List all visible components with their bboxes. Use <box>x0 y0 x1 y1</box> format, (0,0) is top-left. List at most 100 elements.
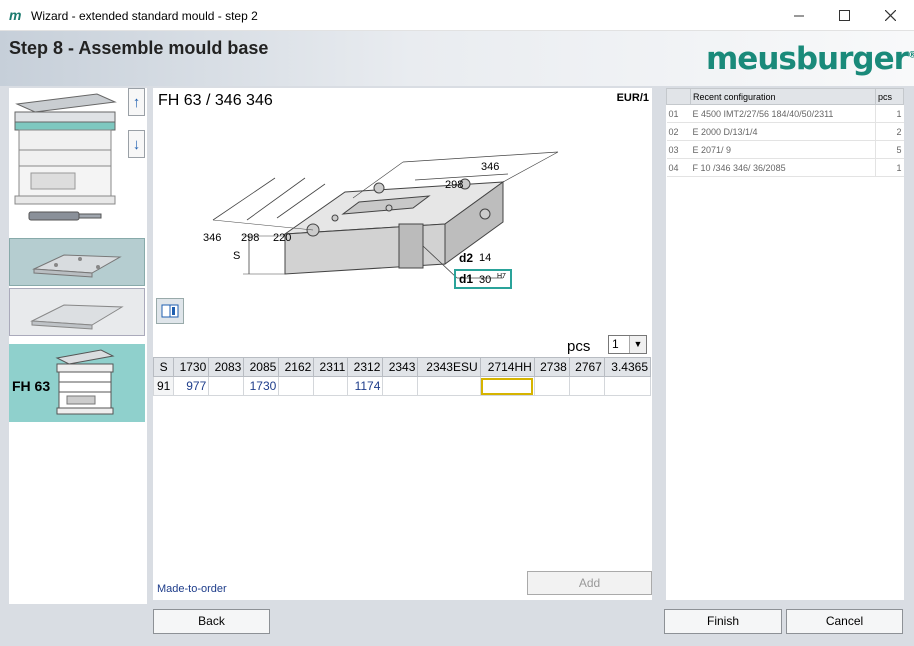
row-number: 01 <box>666 104 691 123</box>
mould-stack-image <box>55 349 115 415</box>
table-column-header: 2312 <box>347 357 384 377</box>
catalog-info-button[interactable] <box>156 298 184 324</box>
row-number-header <box>666 88 691 105</box>
table-column-header: 2311 <box>313 357 349 377</box>
thickness-cell: 91 <box>152 376 175 396</box>
table-column-header: 1730 <box>173 357 210 377</box>
list-item[interactable]: 04 F 10 /346 346/ 36/2085 1 <box>666 158 904 177</box>
d1-label: d1 <box>459 272 473 286</box>
minimize-icon <box>794 15 804 16</box>
table-cell[interactable] <box>208 376 245 396</box>
table-cell[interactable] <box>479 376 535 396</box>
plate-with-holes-image <box>32 254 122 278</box>
config-text: E 4500 IMT2/27/56 184/40/50/2311 <box>690 104 876 123</box>
brand-logo: meusburger® <box>706 41 914 77</box>
pcs-label: pcs <box>567 338 591 355</box>
registered-mark: ® <box>907 50 914 61</box>
dim-s: S <box>233 250 240 262</box>
arrow-up-icon: ↑ <box>132 93 141 111</box>
table-cell[interactable] <box>382 376 419 396</box>
move-down-button[interactable]: ↓ <box>128 130 145 158</box>
table-column-header: 3.4365 <box>603 357 652 377</box>
table-cell[interactable] <box>417 376 481 396</box>
pcs-count: 2 <box>875 122 904 141</box>
dim-298-top: 298 <box>445 179 463 191</box>
table-column-header: 2343 <box>382 357 419 377</box>
variant-table: S 1730 2083 2085 2162 2311 2312 2343 2343ESU 2714… <box>152 357 652 396</box>
logo-text: meusburger <box>706 41 909 77</box>
pcs-value: 1 <box>612 337 619 351</box>
table-cell[interactable]: 1174 <box>347 376 384 396</box>
table-column-header: 2343ESU <box>417 357 481 377</box>
chevron-down-icon: ▼ <box>629 336 646 353</box>
add-button[interactable]: Add <box>527 571 652 595</box>
row-number: 02 <box>666 122 691 141</box>
app-icon: m <box>9 7 22 23</box>
assembly-step-panel: ↑ ↓ FH 63 <box>9 88 147 604</box>
d1-tolerance: H7 <box>497 273 506 280</box>
dim-298-left: 298 <box>241 232 259 244</box>
table-row: 91 977 1730 1174 <box>152 376 652 396</box>
pcs-dropdown[interactable]: 1 ▼ <box>608 335 647 354</box>
table-cell[interactable] <box>603 376 652 396</box>
maximize-icon <box>838 10 850 21</box>
plain-plate-image <box>30 304 124 330</box>
made-to-order-link[interactable]: Made-to-order <box>157 583 227 595</box>
dim-346-top: 346 <box>481 161 499 173</box>
minimize-button[interactable] <box>776 0 822 31</box>
title-bar: m Wizard - extended standard mould - ste… <box>0 0 914 31</box>
dim-220-left: 220 <box>273 232 291 244</box>
part-code: EUR/1 <box>616 92 649 104</box>
plate-thumbnail-selected[interactable] <box>9 238 145 286</box>
list-item[interactable]: 02 E 2000 D/13/1/4 2 <box>666 122 904 141</box>
table-column-header: 2085 <box>243 357 280 377</box>
config-text: E 2000 D/13/1/4 <box>690 122 876 141</box>
mould-assembly-image <box>14 93 117 221</box>
step-title: Step 8 - Assemble mould base <box>9 38 269 58</box>
wizard-header: Step 8 - Assemble mould base meusburger® <box>0 31 914 86</box>
config-text: F 10 /346 346/ 36/2085 <box>690 158 876 177</box>
table-column-header: 2767 <box>568 357 605 377</box>
d2-value: 14 <box>479 252 491 264</box>
row-number: 03 <box>666 140 691 159</box>
d1-value: 30 <box>479 274 491 286</box>
table-cell[interactable] <box>313 376 349 396</box>
table-column-header: 2714HH <box>479 357 535 377</box>
table-cell[interactable] <box>533 376 570 396</box>
part-configurator-panel: FH 63 / 346 346 EUR/1 346 298 346 298 22… <box>152 88 652 600</box>
recent-configuration-table: Recent configuration pcs 01 E 4500 IMT2/2… <box>666 88 904 177</box>
row-number: 04 <box>666 158 691 177</box>
back-button[interactable]: Back <box>153 609 270 634</box>
table-column-header: 2162 <box>278 357 315 377</box>
dim-346-left: 346 <box>203 232 221 244</box>
recent-pcs-header: pcs <box>875 88 904 105</box>
plate-thumbnail[interactable] <box>9 288 145 336</box>
fh63-label: FH 63 <box>12 378 51 394</box>
cancel-button[interactable]: Cancel <box>786 609 903 634</box>
window-title: Wizard - extended standard mould - step … <box>31 9 258 23</box>
table-column-header: 2083 <box>208 357 245 377</box>
maximize-button[interactable] <box>821 0 867 31</box>
close-icon <box>884 10 896 21</box>
recent-configuration-panel: Recent configuration pcs 01 E 4500 IMT2/2… <box>666 88 904 600</box>
list-item[interactable]: 03 E 2071/ 95 <box>666 140 904 159</box>
table-cell[interactable] <box>278 376 315 396</box>
close-button[interactable] <box>867 0 913 31</box>
table-column-header: S <box>152 357 175 377</box>
fh63-assembly-tile[interactable]: FH 63 <box>9 344 145 422</box>
pcs-count: 1 <box>875 158 904 177</box>
table-cell[interactable]: 1730 <box>243 376 280 396</box>
table-column-header: 2738 <box>533 357 570 377</box>
finish-button[interactable]: Finish <box>664 609 782 634</box>
part-technical-drawing: 346 298 346 298 220 S d2 14 d1 30 H7 <box>203 151 559 289</box>
table-cell[interactable] <box>568 376 605 396</box>
table-cell[interactable]: 977 <box>173 376 210 396</box>
d2-label: d2 <box>459 251 473 265</box>
list-item[interactable]: 01 E 4500 IMT2/27/56 184/40/50/2311 1 <box>666 104 904 123</box>
book-info-icon <box>161 304 179 318</box>
pcs-count: 1 <box>875 104 904 123</box>
arrow-down-icon: ↓ <box>132 135 141 153</box>
move-up-button[interactable]: ↑ <box>128 88 145 116</box>
pcs-count: 5 <box>875 140 904 159</box>
recent-config-header: Recent configuration <box>690 88 876 105</box>
